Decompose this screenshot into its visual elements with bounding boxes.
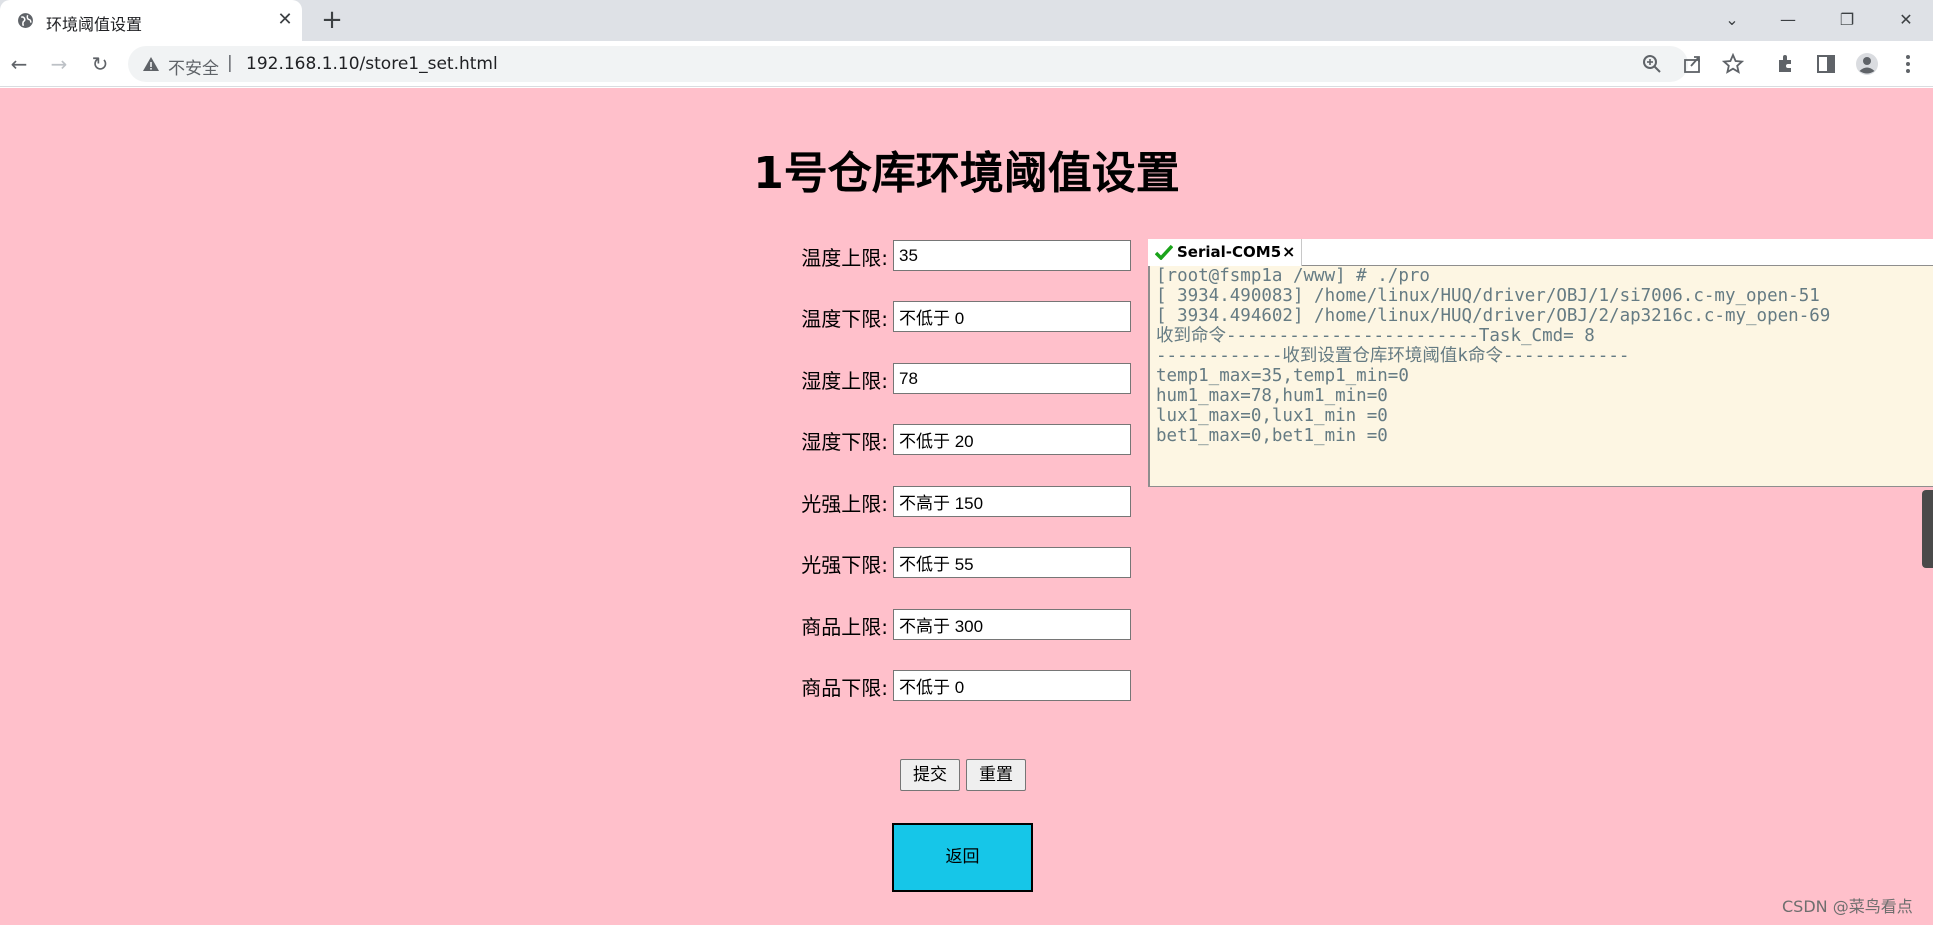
field-label: 商品上限: <box>801 615 888 639</box>
serial-output[interactable]: [root@fsmp1a /www] # ./pro [ 3934.490083… <box>1148 266 1933 487</box>
side-handle[interactable] <box>1922 490 1933 568</box>
menu-icon[interactable] <box>1896 52 1920 76</box>
globe-icon <box>18 13 33 28</box>
bookmark-star-icon[interactable] <box>1722 53 1744 75</box>
side-panel-icon[interactable] <box>1814 52 1838 76</box>
reset-button[interactable]: 重置 <box>966 759 1026 791</box>
terminal-line: [root@fsmp1a /www] # ./pro <box>1156 266 1430 286</box>
minimize-button[interactable]: — <box>1774 6 1802 34</box>
security-label[interactable]: 不安全 <box>168 54 219 79</box>
field-label: 湿度下限: <box>801 430 888 454</box>
terminal-line: 收到命令------------------------Task_Cmd= 8 <box>1156 326 1595 346</box>
terminal-line: lux1_max=0,lux1_min =0 <box>1156 406 1388 426</box>
lux-max-input[interactable] <box>893 486 1131 517</box>
extensions-icon[interactable] <box>1773 52 1797 76</box>
temp-max-input[interactable] <box>893 240 1131 271</box>
terminal-line: ------------收到设置仓库环境阈值k命令------------ <box>1156 346 1630 366</box>
page-content: 1号仓库环境阈值设置 温度上限: 温度下限: 湿度上限: 湿度下限: 光强上限:… <box>0 88 1933 925</box>
serial-tab-bar: Serial-COM5 × <box>1148 239 1933 266</box>
close-window-button[interactable]: ✕ <box>1892 6 1920 34</box>
zoom-icon[interactable] <box>1641 53 1663 75</box>
share-icon[interactable] <box>1682 53 1704 75</box>
warning-icon[interactable] <box>142 55 160 73</box>
page-title: 1号仓库环境阈值设置 <box>753 148 1180 199</box>
check-icon <box>1155 244 1173 260</box>
hum-max-input[interactable] <box>893 363 1131 394</box>
serial-terminal-window: Serial-COM5 × [root@fsmp1a /www] # ./pro… <box>1148 239 1933 487</box>
hum-min-input[interactable] <box>893 424 1131 455</box>
back-button[interactable]: ← <box>5 50 33 78</box>
restore-button[interactable]: ❐ <box>1833 6 1861 34</box>
field-label: 光强上限: <box>801 492 888 516</box>
address-bar[interactable]: 不安全 | 192.168.1.10/store1_set.html <box>128 46 1744 82</box>
browser-toolbar: ← → ↻ 不安全 | 192.168.1.10/store1_set.html <box>0 41 1933 87</box>
profile-icon[interactable] <box>1855 52 1879 76</box>
watermark: CSDN @菜鸟看点 <box>1782 897 1913 916</box>
goods-max-input[interactable] <box>893 609 1131 640</box>
tab-close-icon[interactable]: ✕ <box>276 11 294 29</box>
terminal-line: hum1_max=78,hum1_min=0 <box>1156 386 1388 406</box>
field-label: 温度下限: <box>801 307 888 331</box>
field-label: 商品下限: <box>801 676 888 700</box>
temp-min-input[interactable] <box>893 301 1131 332</box>
browser-tab[interactable]: 环境阈值设置 ✕ <box>0 0 302 41</box>
separator: | <box>227 53 233 73</box>
goods-min-input[interactable] <box>893 670 1131 701</box>
field-label: 湿度上限: <box>801 369 888 393</box>
terminal-line: bet1_max=0,bet1_min =0 <box>1156 426 1388 446</box>
serial-tab-name: Serial-COM5 <box>1177 243 1282 261</box>
submit-button[interactable]: 提交 <box>900 759 960 791</box>
field-label: 光强下限: <box>801 553 888 577</box>
terminal-line: [ 3934.490083] /home/linux/HUQ/driver/OB… <box>1156 286 1820 306</box>
serial-close-icon[interactable]: × <box>1282 242 1295 261</box>
new-tab-button[interactable]: + <box>318 7 346 35</box>
url-text[interactable]: 192.168.1.10/store1_set.html <box>246 54 498 74</box>
reload-button[interactable]: ↻ <box>86 50 114 78</box>
lux-min-input[interactable] <box>893 547 1131 578</box>
forward-button[interactable]: → <box>45 50 73 78</box>
tab-search-icon[interactable]: ⌄ <box>1718 6 1746 34</box>
back-button[interactable]: 返回 <box>892 823 1033 892</box>
field-label: 温度上限: <box>801 246 888 270</box>
browser-tab-bar: 环境阈值设置 ✕ + ⌄ — ❐ ✕ <box>0 0 1933 41</box>
terminal-line: [ 3934.494602] /home/linux/HUQ/driver/OB… <box>1156 306 1831 326</box>
terminal-line: temp1_max=35,temp1_min=0 <box>1156 366 1409 386</box>
serial-tab[interactable]: Serial-COM5 × <box>1148 239 1302 266</box>
tab-title: 环境阈值设置 <box>46 15 143 34</box>
